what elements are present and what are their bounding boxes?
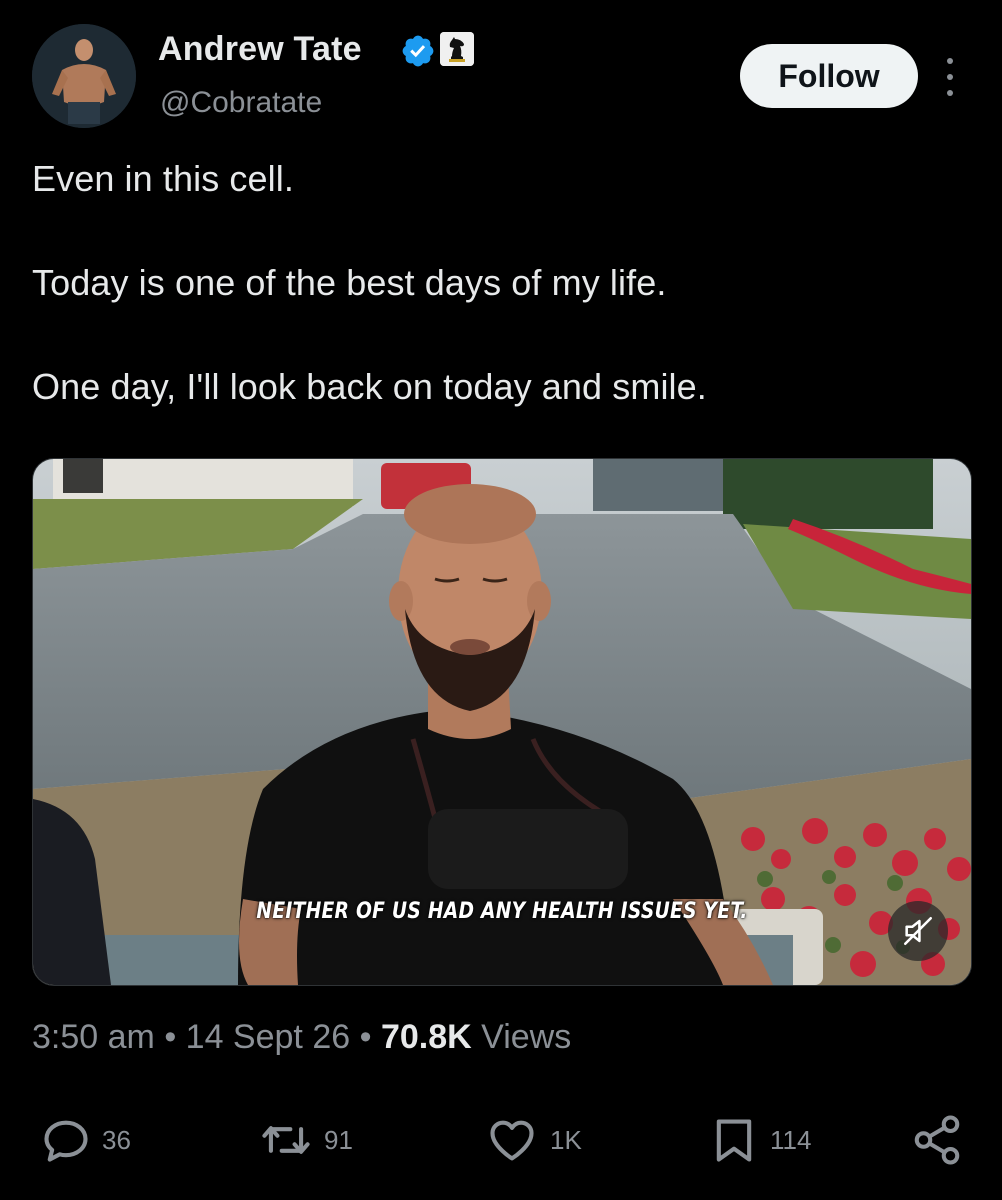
repost-button[interactable]: 91 — [258, 1110, 353, 1170]
reply-count: 36 — [102, 1124, 131, 1155]
bookmark-icon — [716, 1119, 752, 1162]
views-label: Views — [481, 1018, 572, 1056]
author-handle[interactable]: @Cobratate — [160, 86, 322, 120]
reply-icon — [44, 1120, 88, 1162]
tweet-text-line: Today is one of the best days of my life… — [32, 262, 667, 303]
avatar[interactable] — [32, 24, 136, 128]
muted-speaker-icon — [903, 916, 933, 946]
tweet-meta: 3:50 am • 14 Sept 26 • 70.8K Views — [32, 1018, 571, 1057]
tweet-date[interactable]: 14 Sept 26 — [186, 1018, 350, 1056]
tweet-text-line: One day, I'll look back on today and smi… — [32, 366, 707, 407]
heart-icon — [490, 1120, 534, 1161]
chess-knight-icon[interactable] — [440, 32, 474, 66]
more-vertical-icon[interactable] — [938, 58, 962, 96]
views-count: 70.8K — [380, 1018, 472, 1056]
repost-count: 91 — [324, 1124, 353, 1155]
video-caption: NEITHER OF US HAD ANY HEALTH ISSUES YET. — [256, 899, 748, 924]
bookmark-count: 114 — [770, 1124, 812, 1155]
follow-button[interactable]: Follow — [740, 44, 918, 108]
reply-button[interactable]: 36 — [40, 1110, 131, 1170]
avatar-image — [32, 24, 136, 128]
verified-badge-icon — [400, 33, 436, 69]
share-icon — [914, 1115, 960, 1165]
meta-separator: • — [359, 1018, 372, 1056]
bookmark-button[interactable]: 114 — [708, 1110, 811, 1170]
video-player[interactable]: NEITHER OF US HAD ANY HEALTH ISSUES YET. — [32, 458, 972, 986]
mute-button[interactable] — [888, 901, 948, 961]
tweet-time[interactable]: 3:50 am — [32, 1018, 155, 1056]
repost-icon — [262, 1126, 310, 1154]
share-button[interactable] — [910, 1110, 964, 1170]
like-button[interactable]: 1K — [484, 1110, 582, 1170]
meta-separator: • — [164, 1018, 177, 1056]
author-name[interactable]: Andrew Tate — [158, 30, 362, 69]
like-count: 1K — [550, 1124, 582, 1155]
tweet-text-line: Even in this cell. — [32, 158, 294, 199]
